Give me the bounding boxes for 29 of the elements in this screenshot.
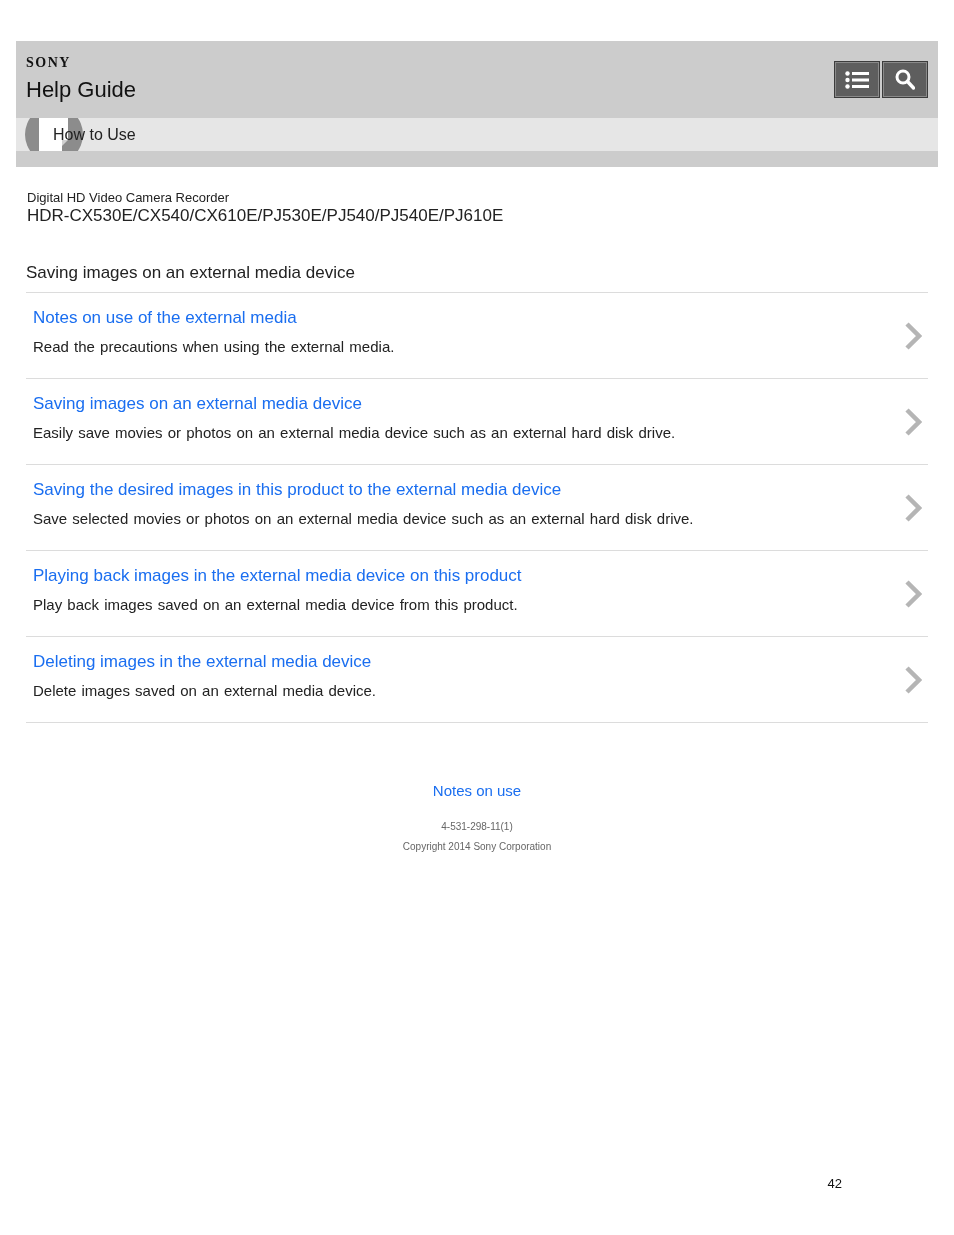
chevron-right-icon[interactable] (904, 320, 922, 351)
chevron-right-icon[interactable] (904, 492, 922, 523)
list-icon (845, 70, 869, 89)
product-models: HDR-CX530E/CX540/CX610E/PJ530E/PJ540/PJ540E/PJ610E (26, 206, 505, 226)
topic-link[interactable]: Saving images on an external media device (33, 394, 362, 414)
page-number: 42 (827, 1176, 842, 1192)
topic-description: Play back images saved on an external media device from this product. (33, 596, 518, 614)
document-code: 4-531-298-11(1) (441, 821, 513, 833)
topic-description: Read the precautions when using the external media. (33, 338, 395, 356)
breadcrumb-link[interactable]: How to Use (53, 124, 136, 145)
topic-link[interactable]: Deleting images in the external media device (33, 652, 372, 672)
topic-link[interactable]: Playing back images in the external media device on this product (33, 566, 522, 586)
search-icon (895, 69, 915, 90)
copyright-text: Copyright 2014 Sony Corporation (402, 841, 552, 853)
topic-description: Delete images saved on an external media device. (33, 682, 377, 700)
menu-button[interactable] (834, 61, 880, 98)
section-title: Saving images on an external media device (26, 263, 928, 293)
topic-description: Save selected movies or photos on an external media device such as an external hard disk drive. (33, 510, 694, 528)
chevron-right-icon[interactable] (904, 664, 922, 695)
search-button[interactable] (882, 61, 928, 98)
topic-link[interactable]: Notes on use of the external media (33, 308, 297, 328)
product-category: Digital HD Video Camera Recorder (26, 190, 231, 206)
brand-logo: SONY (26, 55, 71, 71)
site-title: Help Guide (26, 76, 137, 104)
topic-link[interactable]: Saving the desired images in this product to the external media device (33, 480, 562, 500)
chevron-right-icon[interactable] (904, 406, 922, 437)
topic-description: Easily save movies or photos on an external media device such as an external hard disk drive. (33, 424, 676, 442)
notes-link[interactable]: Notes on use (432, 782, 522, 800)
chevron-right-icon[interactable] (904, 578, 922, 609)
